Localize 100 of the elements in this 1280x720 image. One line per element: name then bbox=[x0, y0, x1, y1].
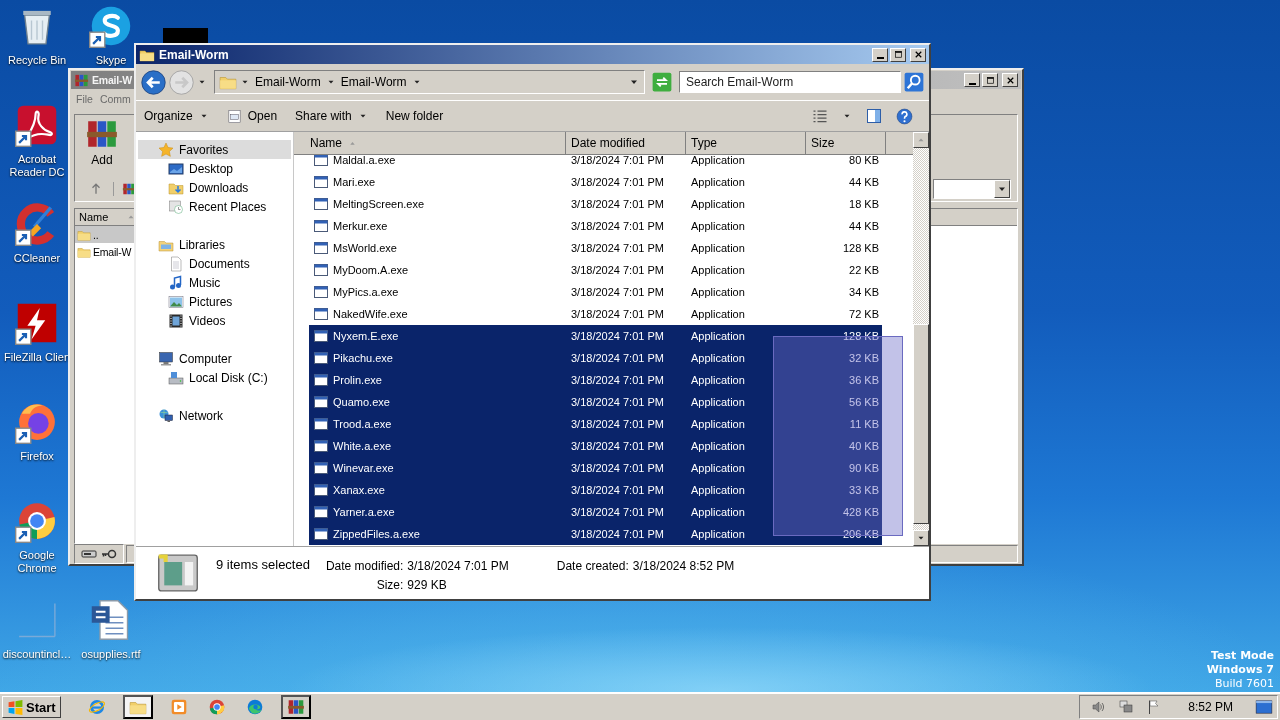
back-button[interactable] bbox=[141, 69, 166, 95]
speaker-icon[interactable] bbox=[1090, 699, 1107, 715]
file-row[interactable]: MsWorld.exe 3/18/2024 7:01 PM Application 128 KB bbox=[309, 237, 882, 259]
forward-icon bbox=[169, 69, 194, 95]
minimize-button[interactable] bbox=[964, 73, 980, 87]
minimize-icon bbox=[968, 82, 976, 85]
file-row[interactable]: MeltingScreen.exe 3/18/2024 7:01 PM Application 18 KB bbox=[309, 193, 882, 215]
chat-app-icon[interactable] bbox=[89, 4, 133, 48]
command-button[interactable]: Share with bbox=[295, 109, 368, 123]
close-button[interactable] bbox=[1002, 73, 1018, 87]
column-header[interactable]: Type bbox=[686, 132, 806, 154]
path-field[interactable] bbox=[933, 179, 1011, 199]
table-cell-text: Application bbox=[690, 484, 746, 496]
search-button[interactable] bbox=[904, 72, 924, 92]
file-row[interactable]: NakedWife.exe 3/18/2024 7:01 PM Application 72 KB bbox=[309, 303, 882, 325]
desktop-icon-label[interactable]: Google Chrome bbox=[2, 549, 72, 575]
command-button[interactable]: Open bbox=[226, 108, 278, 124]
nav-item[interactable]: Videos bbox=[138, 311, 291, 330]
table-cell-text: Application bbox=[690, 374, 746, 386]
taskbar-button[interactable] bbox=[122, 695, 153, 719]
toolbar-button[interactable]: Add bbox=[85, 117, 119, 175]
column-header[interactable]: Date modified bbox=[566, 132, 686, 154]
network-icon[interactable] bbox=[1118, 699, 1135, 715]
list-row[interactable]: .. bbox=[75, 226, 135, 243]
table-cell-text: 18 KB bbox=[848, 198, 880, 210]
desktop-icon-label[interactable]: Acrobat Reader DC bbox=[2, 153, 72, 179]
file-row[interactable]: MyDoom.A.exe 3/18/2024 7:01 PM Application 22 KB bbox=[309, 259, 882, 281]
list-row[interactable]: Email-W bbox=[75, 243, 135, 260]
nav-label: Pictures bbox=[189, 294, 233, 309]
desktop-icon-label[interactable]: Recycle Bin bbox=[7, 54, 67, 67]
scrollbar[interactable] bbox=[913, 132, 929, 546]
file-row[interactable]: Merkur.exe 3/18/2024 7:01 PM Application 44 KB bbox=[309, 215, 882, 237]
nav-item[interactable]: Computer bbox=[138, 349, 291, 368]
file-row[interactable]: Prolin.exe 3/18/2024 7:01 PM Application 36 KB bbox=[309, 369, 882, 391]
nav-item[interactable]: Documents bbox=[138, 254, 291, 273]
file-row[interactable]: Maldal.a.exe 3/18/2024 7:01 PM Application 80 KB bbox=[309, 155, 882, 171]
maximize-button[interactable] bbox=[890, 47, 906, 62]
view-list-icon bbox=[812, 108, 828, 124]
maximize-button[interactable] bbox=[982, 73, 998, 87]
command-button[interactable]: New folder bbox=[385, 109, 444, 123]
scroll-up-button[interactable] bbox=[913, 132, 929, 148]
column-header[interactable]: Name bbox=[294, 132, 566, 154]
nav-item[interactable]: Desktop bbox=[138, 159, 291, 178]
scroll-down-button[interactable] bbox=[913, 530, 929, 546]
nav-item[interactable]: Recent Places bbox=[138, 197, 291, 216]
file-row[interactable]: Quamo.exe 3/18/2024 7:01 PM Application 56 KB bbox=[309, 391, 882, 413]
breadcrumb[interactable]: Email-Worm bbox=[253, 75, 323, 89]
nav-item[interactable]: Local Disk (C:) bbox=[138, 368, 291, 387]
nav-item[interactable]: Network bbox=[138, 406, 291, 425]
application-icon bbox=[313, 262, 329, 278]
command-button[interactable]: Organize bbox=[144, 109, 209, 123]
nav-item[interactable]: Downloads bbox=[138, 178, 291, 197]
menu-item[interactable]: Comm bbox=[99, 93, 131, 107]
desktop-icon-label[interactable]: CCleaner bbox=[13, 252, 61, 265]
table-cell-text: 3/18/2024 7:01 PM bbox=[570, 528, 665, 540]
column-header[interactable]: Size bbox=[806, 132, 886, 154]
refresh-button[interactable] bbox=[652, 72, 672, 92]
column-header[interactable]: Name bbox=[75, 209, 135, 226]
breadcrumb[interactable]: Email-Worm bbox=[338, 75, 409, 89]
start-button[interactable]: Start bbox=[2, 696, 61, 718]
menu-item[interactable]: File bbox=[76, 93, 93, 107]
file-row[interactable]: White.a.exe 3/18/2024 7:01 PM Application 40 KB bbox=[309, 435, 882, 457]
row-label: Email-W bbox=[93, 245, 132, 258]
file-name: Merkur.exe bbox=[333, 220, 388, 232]
file-name: NakedWife.exe bbox=[333, 308, 408, 320]
nav-item[interactable]: Favorites bbox=[138, 140, 291, 159]
views-button[interactable] bbox=[812, 108, 828, 124]
file-row[interactable]: Winevar.exe 3/18/2024 7:01 PM Application 90 KB bbox=[309, 457, 882, 479]
taskbar-button[interactable] bbox=[280, 695, 311, 719]
search-field[interactable]: Search Email-Worm bbox=[679, 71, 901, 93]
file-row[interactable]: Yarner.a.exe 3/18/2024 7:01 PM Application 428 KB bbox=[309, 501, 882, 523]
nav-label: Local Disk (C:) bbox=[189, 370, 268, 385]
nav-item[interactable]: Libraries bbox=[138, 235, 291, 254]
clock[interactable]: 8:52 PM bbox=[1188, 700, 1233, 714]
help-button[interactable] bbox=[896, 107, 913, 125]
ftp-client-icon[interactable] bbox=[15, 301, 59, 345]
preview-pane-button[interactable] bbox=[866, 108, 882, 124]
column-label: Size bbox=[811, 136, 835, 150]
nav-label: Computer bbox=[179, 351, 232, 366]
file-row[interactable]: Mari.exe 3/18/2024 7:01 PM Application 44 KB bbox=[309, 171, 882, 193]
file-row[interactable]: MyPics.a.exe 3/18/2024 7:01 PM Application 34 KB bbox=[309, 281, 882, 303]
address-bar[interactable]: Email-Worm Email-Worm bbox=[214, 70, 645, 94]
file-name: Mari.exe bbox=[333, 176, 376, 188]
nav-item[interactable]: Pictures bbox=[138, 292, 291, 311]
table-cell-text: Application bbox=[690, 396, 746, 408]
minimize-button[interactable] bbox=[872, 47, 888, 62]
nav-item[interactable]: Music bbox=[138, 273, 291, 292]
detail-value: 929 KB bbox=[407, 578, 448, 592]
scroll-thumb[interactable] bbox=[913, 324, 929, 524]
application-icon bbox=[313, 526, 329, 542]
file-row[interactable]: Pikachu.exe 3/18/2024 7:01 PM Application 32 KB bbox=[309, 347, 882, 369]
close-button[interactable] bbox=[910, 47, 926, 62]
dropdown-button[interactable] bbox=[994, 180, 1010, 198]
show-desktop-icon[interactable] bbox=[1255, 698, 1273, 716]
pdf-reader-icon[interactable] bbox=[15, 103, 59, 147]
desktop-icon-label[interactable]: Firefox bbox=[20, 450, 54, 463]
application-icon bbox=[313, 394, 329, 410]
file-row[interactable]: Trood.a.exe 3/18/2024 7:01 PM Application 11 KB bbox=[309, 413, 882, 435]
file-row[interactable]: Xanax.exe 3/18/2024 7:01 PM Application 33 KB bbox=[309, 479, 882, 501]
desktop-icon-label[interactable]: Skype bbox=[95, 54, 127, 67]
